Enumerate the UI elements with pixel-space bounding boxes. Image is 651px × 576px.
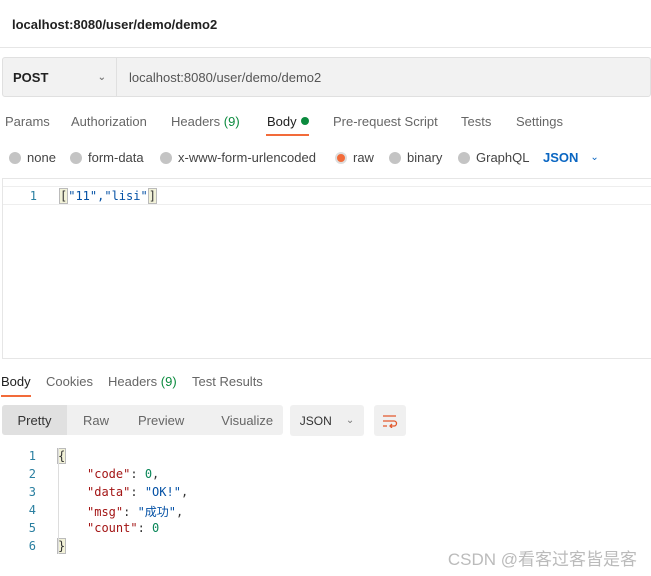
line-number: 1 (28, 449, 36, 463)
headers-count: (9) (223, 114, 240, 129)
chevron-down-icon: ⌄ (97, 71, 106, 83)
line-number: 4 (28, 503, 36, 517)
view-visualize[interactable]: Visualize (197, 405, 273, 435)
bracket: ] (147, 188, 157, 204)
radio-icon (160, 151, 172, 164)
radio-icon (70, 151, 82, 164)
radio-raw[interactable]: raw (335, 150, 374, 165)
code-content: "11","lisi" (68, 189, 148, 203)
radio-label: x-www-form-urlencoded (178, 150, 316, 165)
json-key: "count" (87, 521, 138, 535)
wrap-lines-icon (383, 414, 398, 428)
radio-icon (389, 151, 401, 164)
view-preview[interactable]: Preview (125, 405, 197, 435)
watermark: CSDN @看客过客皆是客 (447, 550, 637, 569)
view-pretty[interactable]: Pretty (2, 405, 67, 435)
line-number: 5 (28, 521, 36, 535)
tab-label: Body (267, 114, 297, 129)
tab-pre-request-script[interactable]: Pre-request Script (333, 114, 438, 129)
tab-label: Headers (171, 114, 221, 129)
radio-label: none (27, 150, 56, 165)
tab-label: Headers (108, 374, 158, 389)
radio-form-data[interactable]: form-data (70, 150, 144, 165)
tab-authorization[interactable]: Authorization (71, 114, 147, 129)
radio-label: GraphQL (476, 150, 530, 165)
line-number: 2 (28, 467, 36, 481)
url-bar: POST ⌄ localhost:8080/user/demo/demo2 (2, 57, 651, 97)
code-line: ["11","lisi"] (59, 188, 157, 204)
comma: , (152, 467, 160, 481)
json-value: "成功" (137, 505, 177, 519)
radio-none[interactable]: none (9, 150, 56, 165)
radio-label: binary (407, 150, 443, 165)
radio-binary[interactable]: binary (389, 150, 442, 165)
tab-headers[interactable]: Headers (9) (171, 114, 240, 129)
method-select[interactable]: POST ⌄ (3, 58, 117, 96)
wrap-lines-button[interactable] (374, 405, 406, 436)
code-line: "code": 0, (87, 467, 160, 481)
radio-icon (9, 151, 21, 164)
radio-selected-icon (335, 151, 347, 164)
json-key: "msg" (87, 505, 124, 519)
response-tab-test-results[interactable]: Test Results (192, 374, 263, 389)
tab-settings[interactable]: Settings (516, 114, 563, 129)
json-value: "OK!" (144, 485, 181, 499)
request-body-editor[interactable]: 1 ["11","lisi"] (2, 178, 651, 359)
response-tab-body[interactable]: Body (1, 374, 31, 389)
tab-body[interactable]: Body (267, 114, 309, 129)
radio-label: form-data (88, 150, 144, 165)
radio-label: raw (353, 150, 374, 165)
code-line: "data": "OK!", (87, 485, 189, 499)
json-key: "code" (87, 467, 131, 481)
comma: , (176, 505, 184, 519)
format-label: JSON (543, 150, 579, 165)
line-number: 1 (29, 189, 37, 203)
chevron-down-icon: ⌄ (345, 415, 355, 426)
indent-guide (58, 448, 59, 554)
radio-icon (458, 151, 470, 164)
response-format-select[interactable]: JSON ⌄ (290, 405, 364, 436)
divider (0, 47, 651, 48)
tab-tests[interactable]: Tests (461, 114, 491, 129)
comma: , (180, 485, 189, 499)
response-tab-headers[interactable]: Headers (9) (108, 374, 177, 389)
tab-params[interactable]: Params (5, 114, 50, 129)
json-value: 0 (152, 521, 160, 535)
response-tab-cookies[interactable]: Cookies (46, 374, 93, 389)
line-number: 6 (28, 539, 36, 553)
code-line: "msg": "成功", (87, 505, 184, 519)
json-key: "data" (87, 485, 131, 499)
headers-count: (9) (160, 374, 177, 389)
method-label: POST (13, 69, 49, 85)
chevron-down-icon: ⌄ (590, 152, 599, 163)
radio-graphql[interactable]: GraphQL (458, 150, 529, 165)
view-mode-switcher: Pretty Raw Preview Visualize (2, 405, 283, 435)
body-format-select[interactable]: JSON ⌄ (543, 150, 599, 165)
format-label: JSON (299, 413, 332, 428)
modified-dot-icon (300, 117, 309, 125)
bracket: [ (59, 188, 69, 204)
url-input[interactable]: localhost:8080/user/demo/demo2 (117, 58, 321, 96)
radio-x-www-form-urlencoded[interactable]: x-www-form-urlencoded (160, 150, 316, 165)
active-tab-indicator (266, 134, 309, 136)
code-line: "count": 0 (87, 521, 160, 535)
json-value: 0 (144, 467, 153, 481)
active-tab-indicator (1, 395, 31, 397)
view-raw[interactable]: Raw (67, 405, 125, 435)
line-number: 3 (28, 485, 36, 499)
window-title: localhost:8080/user/demo/demo2 (12, 17, 218, 32)
